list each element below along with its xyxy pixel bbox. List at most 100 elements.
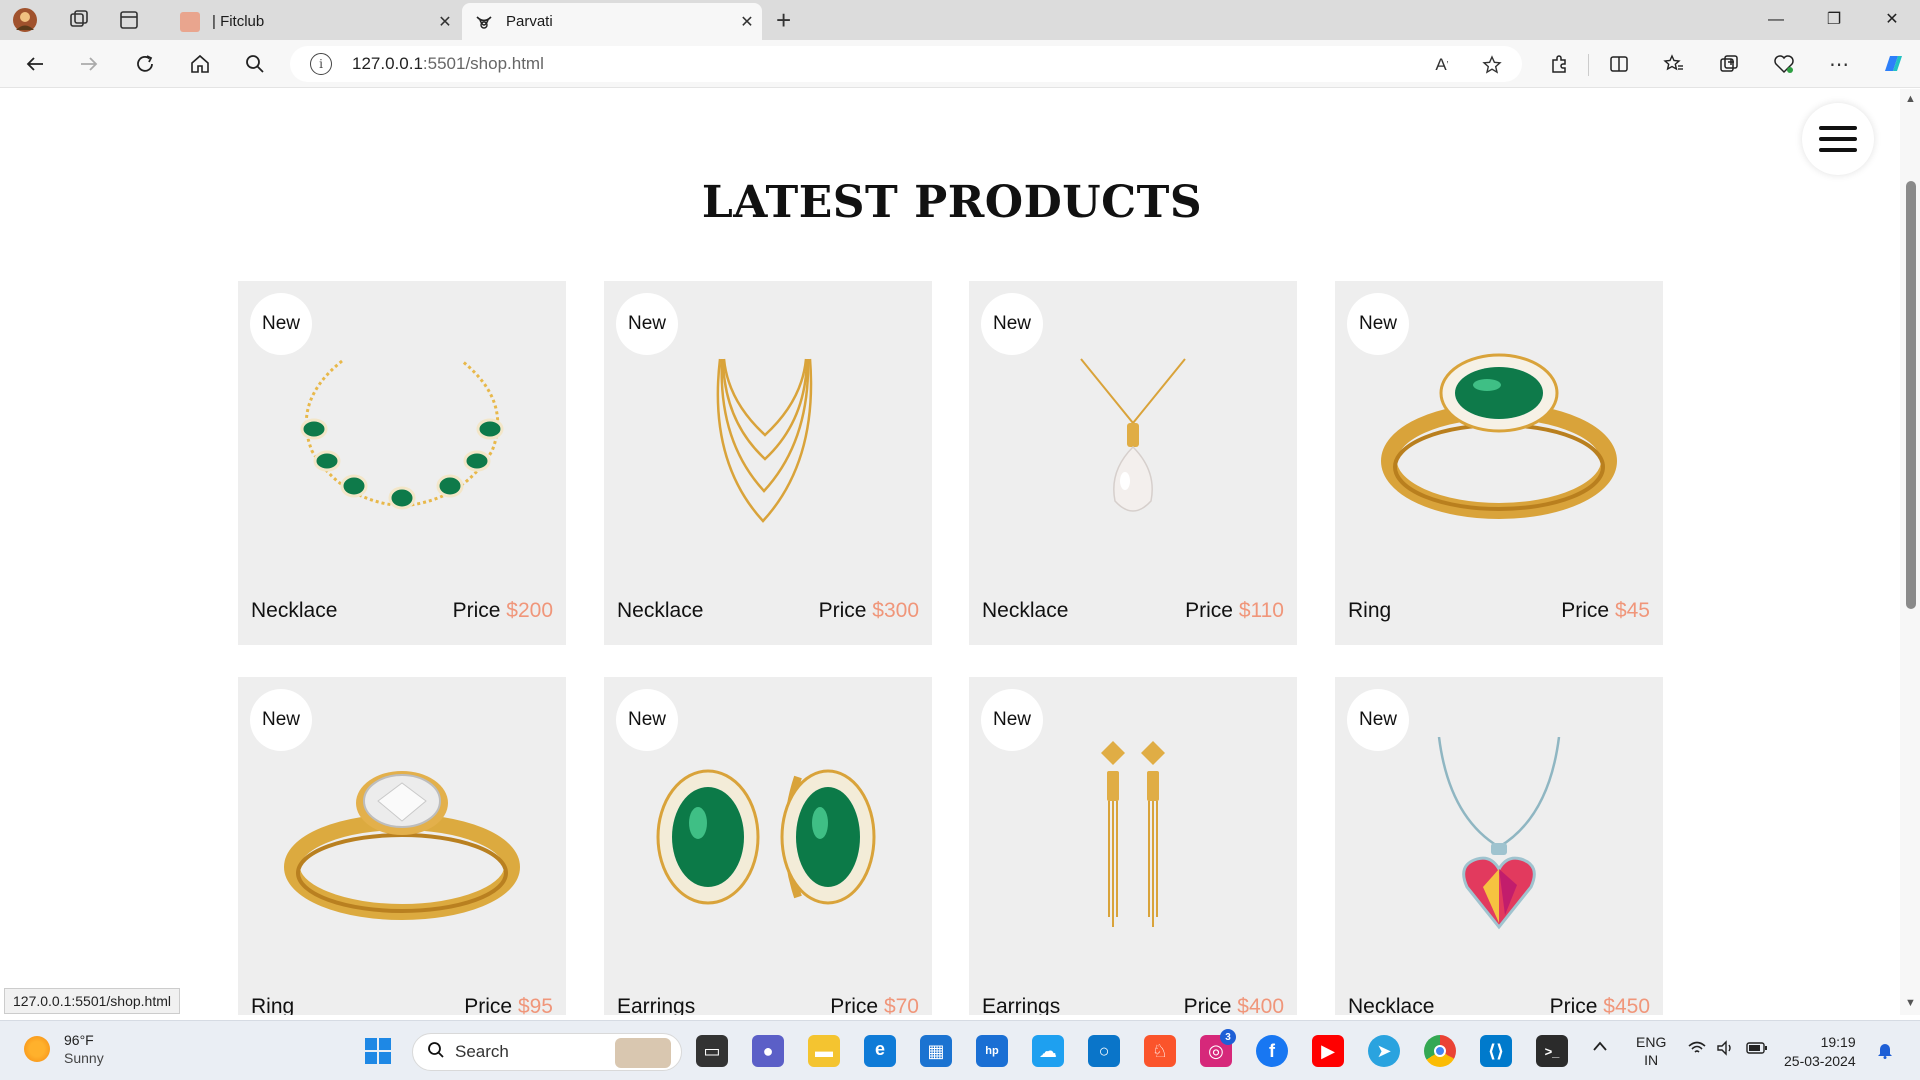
volume-icon[interactable] [1716, 1040, 1734, 1059]
clock-date: 25-03-2024 [1784, 1053, 1856, 1069]
home-icon[interactable] [185, 50, 215, 78]
telegram-icon[interactable]: ➤ [1368, 1035, 1400, 1067]
product-price: Price $45 [1561, 599, 1650, 623]
site-info-icon[interactable]: i [310, 53, 332, 75]
close-tab-icon[interactable]: ✕ [732, 12, 762, 32]
product-card[interactable]: New Ring Price $45 [1335, 281, 1663, 645]
price-amount: $110 [1238, 599, 1284, 622]
search-highlight-icon [615, 1038, 671, 1068]
price-amount: $450 [1603, 995, 1650, 1015]
workspaces-icon[interactable] [66, 7, 92, 33]
tab-parvati[interactable]: Parvati ✕ [462, 3, 762, 40]
language-indicator[interactable]: ENG IN [1636, 1033, 1666, 1069]
instagram-icon[interactable]: ◎ 3 [1200, 1029, 1236, 1067]
forward-arrow-icon[interactable] [74, 50, 104, 78]
region-code: IN [1644, 1052, 1659, 1068]
product-card[interactable]: New Ring Price $95 [238, 677, 566, 1015]
price-amount: $400 [1237, 995, 1284, 1015]
copilot-icon[interactable] [1878, 50, 1908, 78]
back-arrow-icon[interactable] [20, 50, 50, 78]
scrollbar-thumb[interactable] [1906, 181, 1916, 609]
extensions-icon[interactable] [1544, 50, 1574, 78]
microsoft-store-icon[interactable]: ▦ [920, 1035, 952, 1067]
search-icon [427, 1041, 445, 1064]
split-screen-icon[interactable] [1604, 50, 1634, 78]
price-amount: $200 [506, 599, 553, 622]
product-card[interactable]: New Earrings Price $70 [604, 677, 932, 1015]
price-label: Price [1185, 599, 1233, 622]
search-label: Search [455, 1042, 509, 1061]
weather-app-icon[interactable]: ☁ [1032, 1035, 1064, 1067]
windows-start-icon[interactable] [362, 1035, 394, 1067]
file-explorer-icon[interactable]: ▬ [808, 1035, 840, 1067]
status-bar-url: 127.0.0.1:5501/shop.html [4, 988, 181, 1014]
product-card[interactable]: New Earrings Price $400 [969, 677, 1297, 1015]
teams-meet-icon[interactable]: ● [752, 1035, 784, 1067]
product-price: Price $400 [1184, 995, 1284, 1015]
favorite-star-icon[interactable] [1480, 54, 1504, 76]
address-bar[interactable]: i 127.0.0.1:5501/shop.html Aʼ [290, 46, 1522, 82]
weather-widget[interactable]: 96°F Sunny [24, 1031, 104, 1067]
tab-actions-icon[interactable] [116, 7, 142, 33]
system-clock[interactable]: 19:19 25-03-2024 [1784, 1033, 1856, 1071]
emerald-earrings-image [656, 769, 876, 905]
price-label: Price [464, 995, 513, 1015]
search-icon[interactable] [240, 50, 270, 78]
sun-icon [24, 1036, 50, 1062]
tab-title: Parvati [506, 13, 553, 30]
edge-browser-icon[interactable]: e [864, 1035, 896, 1067]
product-name: Necklace [1348, 995, 1435, 1015]
product-card[interactable]: New Necklace Price $450 [1335, 677, 1663, 1015]
price-amount: $70 [883, 995, 919, 1015]
url-host: 127.0.0.1 [352, 54, 423, 73]
minimize-button[interactable]: — [1756, 6, 1796, 34]
notification-bell-icon[interactable] [1876, 1041, 1894, 1062]
battery-icon[interactable] [1746, 1041, 1768, 1057]
browser-toolbar: i 127.0.0.1:5501/shop.html Aʼ ⋯ [0, 40, 1920, 88]
product-price: Price $300 [819, 599, 919, 623]
product-name: Ring [251, 995, 295, 1015]
browser-essentials-icon[interactable] [1769, 50, 1799, 78]
show-hidden-icons-chevron-icon[interactable] [1592, 1039, 1608, 1055]
settings-more-icon[interactable]: ⋯ [1824, 50, 1854, 78]
scroll-down-arrow-icon[interactable]: ▼ [1905, 997, 1916, 1009]
close-window-button[interactable]: ✕ [1872, 6, 1912, 34]
refresh-icon[interactable] [130, 50, 160, 78]
price-label: Price [1561, 599, 1610, 622]
facebook-icon[interactable]: f [1256, 1035, 1288, 1067]
favorites-icon[interactable] [1659, 50, 1689, 78]
tab-fitclub[interactable]: | Fitclub ✕ [168, 3, 460, 40]
product-card[interactable]: New Necklace Price $300 [604, 281, 932, 645]
price-label: Price [830, 995, 879, 1015]
restore-button[interactable]: ❐ [1814, 6, 1854, 34]
brave-browser-icon[interactable]: ♘ [1144, 1035, 1176, 1067]
read-aloud-icon[interactable]: Aʼ [1430, 54, 1454, 76]
price-amount: $45 [1614, 599, 1650, 622]
vscode-icon[interactable]: ⟨⟩ [1480, 1035, 1512, 1067]
product-card[interactable]: New Necklace Price $200 [238, 281, 566, 645]
menu-hamburger-button[interactable] [1802, 103, 1874, 175]
hamburger-line [1819, 137, 1857, 141]
cortana-icon[interactable]: ○ [1088, 1035, 1120, 1067]
youtube-icon[interactable]: ▶ [1312, 1035, 1344, 1067]
chrome-icon[interactable] [1424, 1035, 1456, 1067]
terminal-icon[interactable]: >_ [1536, 1035, 1568, 1067]
product-card[interactable]: New Necklace Price $110 [969, 281, 1297, 645]
tab-title: | Fitclub [212, 13, 265, 30]
taskbar-search[interactable]: Search [412, 1033, 682, 1071]
new-tab-button[interactable]: + [776, 6, 791, 34]
language-code: ENG [1636, 1034, 1667, 1050]
fitclub-favicon-icon [180, 11, 200, 32]
scroll-up-arrow-icon[interactable]: ▲ [1905, 93, 1916, 105]
product-name: Necklace [251, 599, 338, 622]
profile-avatar-icon[interactable] [12, 7, 38, 33]
product-price: Price $70 [830, 995, 919, 1015]
myhp-icon[interactable]: hp [976, 1035, 1008, 1067]
vertical-scrollbar[interactable]: ▲ ▼ [1900, 89, 1920, 1015]
collections-icon[interactable] [1714, 50, 1744, 78]
task-view-icon[interactable]: ▭ [696, 1035, 728, 1067]
close-tab-icon[interactable]: ✕ [430, 12, 460, 32]
wifi-icon[interactable] [1688, 1041, 1706, 1058]
product-price: Price $95 [464, 995, 553, 1015]
price-amount: $300 [872, 599, 919, 622]
